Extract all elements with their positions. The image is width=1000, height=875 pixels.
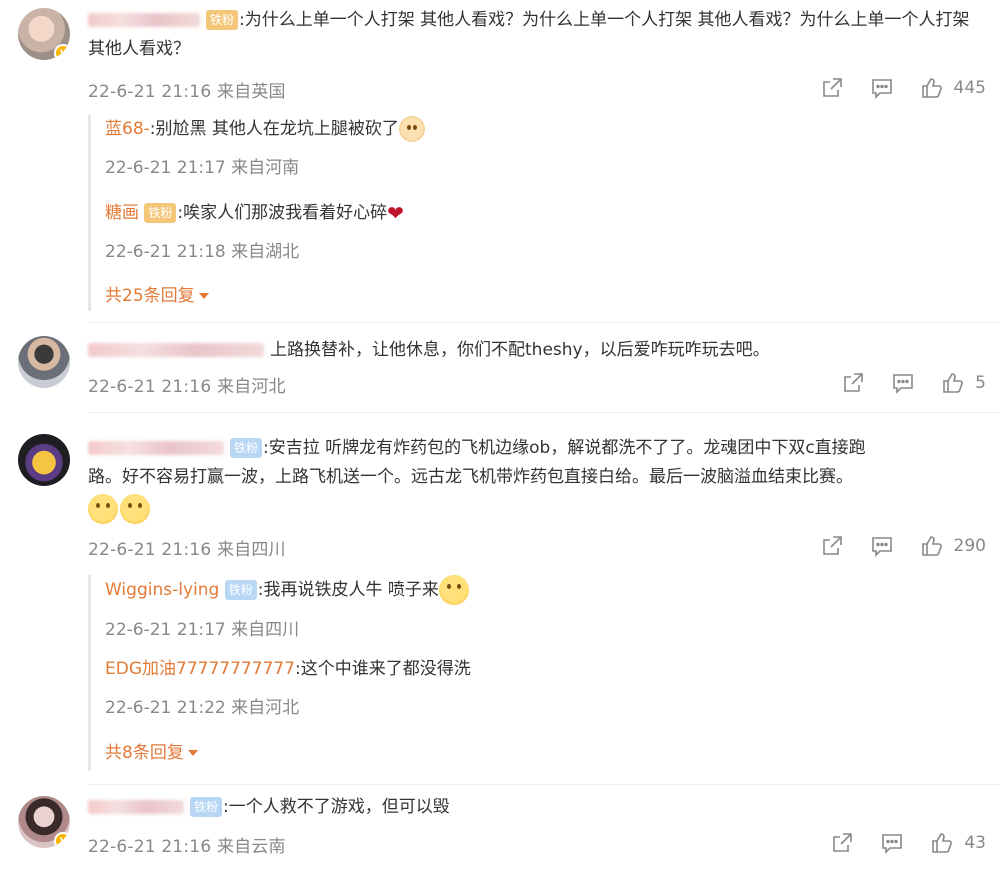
blurred-username[interactable]	[88, 13, 200, 27]
broken-heart-icon: ❤	[387, 201, 404, 225]
reply-author[interactable]: Wiggins-lying	[105, 580, 219, 600]
like-icon	[921, 536, 942, 556]
avatar[interactable]: v	[18, 8, 70, 60]
comment-actions: 445	[820, 75, 986, 101]
comment-body-line2: 路。好不容易打赢一波，上路飞机送一个。远古龙飞机带炸药包直接白给。最后一波脑溢血…	[88, 467, 853, 487]
like-button[interactable]: 290	[920, 534, 986, 558]
caret-down-icon	[198, 293, 209, 299]
like-count: 290	[953, 536, 986, 556]
fan-badge: 铁粉	[144, 203, 177, 223]
avatar[interactable]	[18, 434, 70, 486]
like-icon	[921, 78, 942, 98]
reply-meta: 22-6-21 21:22 来自河北	[105, 698, 300, 718]
smile-emoji-icon	[88, 494, 118, 524]
caret-down-icon	[187, 750, 198, 756]
reply-author[interactable]: 糖画	[105, 203, 139, 223]
avatar[interactable]	[18, 336, 70, 388]
comment-text: 铁粉:安吉拉 听牌龙有炸药包的飞机边缘ob，解说都洗不了了。龙魂团中下双c直接跑…	[88, 434, 980, 524]
comment-body: :一个人救不了游戏，但可以毁	[223, 797, 450, 817]
reply-meta: 22-6-21 21:17 来自四川	[105, 620, 300, 640]
comment-icon	[882, 834, 903, 854]
reply-1: 蓝68-:别尬黑 其他人在龙坑上腿被砍了 22-6-21 21:17 来自河南	[105, 115, 980, 178]
comment-actions: 290	[820, 533, 986, 559]
blurred-username[interactable]	[88, 343, 264, 357]
fan-badge: 铁粉	[206, 10, 239, 30]
share-icon	[822, 78, 842, 97]
reply-2: EDG加油77777777777:这个中谁来了都没得洗 22-6-21 21:2…	[105, 655, 980, 718]
reply-text: :唉家人们那波我看着好心碎	[177, 203, 388, 223]
like-count: 445	[953, 78, 986, 98]
reply-1: Wiggins-lying 铁粉:我再说铁皮人牛 喷子来 22-6-21 21:…	[105, 575, 980, 640]
avatar[interactable]: v	[18, 796, 70, 848]
divider	[88, 322, 1000, 323]
share-icon	[822, 536, 842, 555]
like-button[interactable]: 445	[920, 76, 986, 100]
verified-icon: v	[54, 44, 70, 60]
like-button[interactable]: 5	[941, 371, 986, 395]
comment-body-line1: :安吉拉 听牌龙有炸药包的飞机边缘ob，解说都洗不了了。龙魂团中下双c直接跑	[263, 438, 866, 458]
comment-text: 上路换替补，让他休息，你们不配theshy，以后爱咋玩咋玩去吧。	[88, 336, 980, 365]
like-icon	[932, 833, 953, 853]
doge-emoji-icon	[398, 116, 425, 142]
blurred-username[interactable]	[88, 800, 184, 814]
more-replies-link[interactable]: 共8条回复	[105, 738, 198, 763]
comment-button[interactable]	[880, 831, 904, 855]
fan-badge: 铁粉	[190, 797, 223, 817]
smile-emoji-icon	[438, 575, 469, 605]
comment-icon	[871, 537, 892, 557]
more-replies-link[interactable]: 共25条回复	[105, 281, 209, 306]
reply-text: :别尬黑 其他人在龙坑上腿被砍了	[149, 119, 399, 139]
comment-meta: 22-6-21 21:16 来自云南	[88, 837, 286, 857]
share-button[interactable]	[820, 534, 844, 558]
comment-text: 铁粉:一个人救不了游戏，但可以毁	[88, 793, 980, 822]
comment-button[interactable]	[891, 371, 915, 395]
divider	[88, 412, 1000, 413]
comment-meta: 22-6-21 21:16 来自英国	[88, 82, 286, 102]
verified-icon: v	[54, 832, 70, 848]
share-button[interactable]	[830, 831, 854, 855]
reply-text: :这个中谁来了都没得洗	[294, 659, 471, 679]
share-button[interactable]	[841, 371, 865, 395]
comment-meta: 22-6-21 21:16 来自河北	[88, 377, 286, 397]
reply-author[interactable]: EDG加油77777777777	[105, 659, 295, 679]
share-icon	[844, 373, 863, 392]
reply-box: 蓝68-:别尬黑 其他人在龙坑上腿被砍了 22-6-21 21:17 来自河南 …	[88, 115, 980, 311]
reply-meta: 22-6-21 21:17 来自河南	[105, 158, 300, 178]
blurred-username[interactable]	[88, 441, 224, 455]
like-button[interactable]: 43	[930, 831, 986, 855]
comment-button[interactable]	[870, 76, 894, 100]
comment-icon	[893, 374, 913, 394]
reply-box: Wiggins-lying 铁粉:我再说铁皮人牛 喷子来 22-6-21 21:…	[88, 575, 980, 771]
comment-text: 铁粉:为什么上单一个人打架 其他人看戏？为什么上单一个人打架 其他人看戏？为什么…	[88, 6, 980, 64]
fan-badge: 铁粉	[230, 438, 263, 458]
smile-emoji-icon	[120, 494, 150, 524]
comment-meta: 22-6-21 21:16 来自四川	[88, 540, 286, 560]
comment-button[interactable]	[870, 534, 894, 558]
reply-author[interactable]: 蓝68-	[105, 119, 150, 139]
comment-actions: 43	[830, 830, 986, 856]
like-count: 43	[964, 833, 986, 853]
reply-2: 糖画 铁粉:唉家人们那波我看着好心碎❤ 22-6-21 21:18 来自湖北	[105, 199, 980, 262]
comment-actions: 5	[841, 370, 986, 396]
like-count: 5	[975, 373, 986, 393]
comment-icon	[871, 79, 892, 99]
comment-body: 上路换替补，让他休息，你们不配theshy，以后爱咋玩咋玩去吧。	[270, 340, 770, 360]
reply-meta: 22-6-21 21:18 来自湖北	[105, 242, 300, 262]
like-icon	[943, 373, 964, 393]
reply-text: :我再说铁皮人牛 喷子来	[257, 580, 439, 600]
share-button[interactable]	[820, 76, 844, 100]
fan-badge: 铁粉	[224, 580, 257, 600]
divider	[88, 784, 1000, 785]
share-icon	[833, 833, 853, 852]
